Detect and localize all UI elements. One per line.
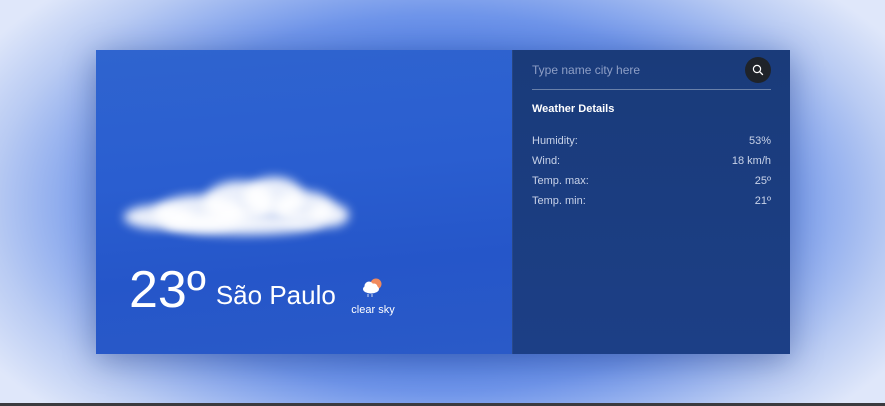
detail-value: 21º	[754, 195, 771, 207]
detail-row-humidity: Humidity: 53%	[532, 131, 771, 151]
details-panel: Weather Details Humidity: 53% Wind: 18 k…	[512, 50, 790, 354]
search-button[interactable]	[745, 57, 771, 83]
weather-condition: clear sky	[348, 276, 398, 316]
temperature: 23º	[129, 261, 206, 319]
weather-card: 23º São Paulo clear sky Type name city h…	[96, 50, 790, 354]
detail-row-wind: Wind: 18 km/h	[532, 151, 771, 171]
details-list: Humidity: 53% Wind: 18 km/h Temp. max: 2…	[532, 131, 771, 211]
detail-label: Wind:	[532, 155, 561, 167]
detail-row-temp-min: Temp. min: 21º	[532, 191, 771, 211]
cloud-image	[124, 175, 354, 245]
detail-label: Temp. max:	[532, 175, 589, 187]
detail-value: 18 km/h	[731, 155, 771, 167]
detail-row-temp-max: Temp. max: 25º	[532, 171, 771, 191]
weather-hero: 23º São Paulo clear sky	[96, 50, 512, 354]
condition-text: clear sky	[351, 304, 395, 316]
search-icon	[752, 64, 764, 76]
search-bar	[532, 51, 771, 90]
city-search-input[interactable]	[532, 63, 745, 77]
detail-value: 25º	[754, 175, 771, 187]
details-title: Weather Details	[532, 103, 615, 115]
city-name: São Paulo	[215, 280, 336, 310]
current-weather: 23º São Paulo	[129, 264, 336, 316]
cloud-sun-icon	[363, 278, 382, 297]
detail-value: 53%	[748, 135, 771, 147]
detail-label: Humidity:	[532, 135, 578, 147]
detail-label: Temp. min:	[532, 195, 586, 207]
